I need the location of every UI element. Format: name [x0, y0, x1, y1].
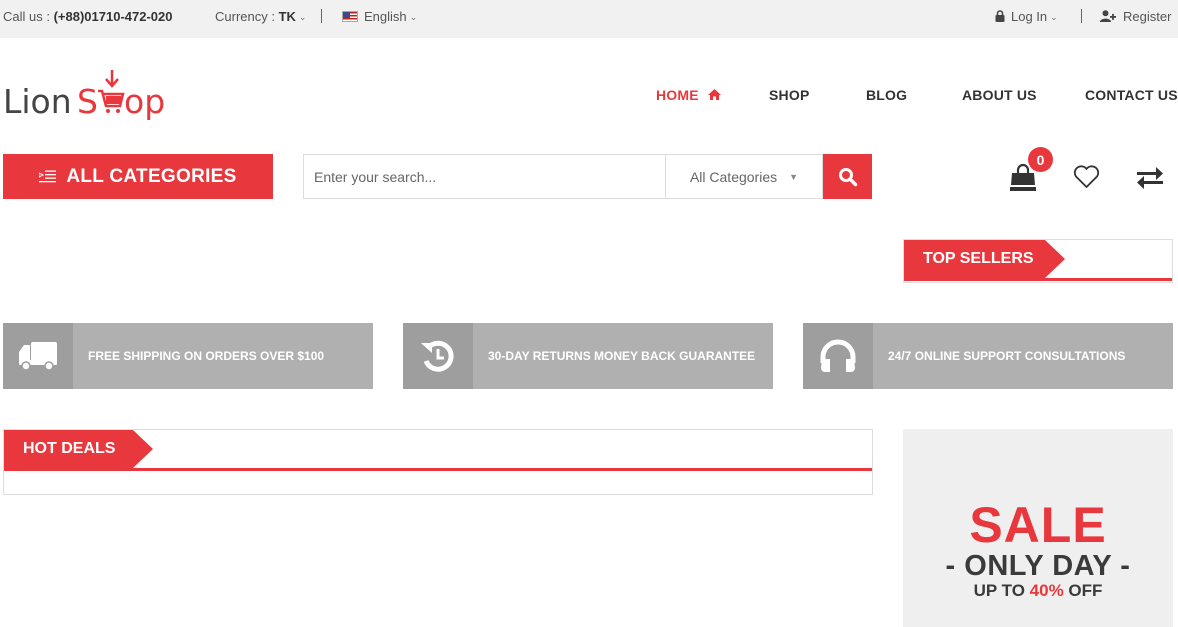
exchange-arrows-icon — [1137, 167, 1163, 189]
service-icon-box — [803, 323, 873, 389]
top-sellers-heading: TOP SELLERS — [904, 240, 1065, 278]
sale-subline: - ONLY DAY - — [945, 550, 1131, 582]
divider — [1081, 9, 1082, 23]
service-icon-box — [403, 323, 473, 389]
lionshop-logo: Lion S op — [3, 70, 165, 121]
service-support: 24/7 ONLINE SUPPORT CONSULTATIONS — [803, 323, 1173, 389]
category-select-value: All Categories — [689, 168, 778, 185]
language-selector[interactable]: English ⌄ — [342, 9, 417, 26]
nav-home[interactable]: HOME — [656, 87, 721, 103]
service-free-shipping: FREE SHIPPING ON ORDERS OVER $100 — [3, 323, 373, 389]
offer-percent: 40% — [1029, 581, 1064, 600]
logo-text-lion: Lion — [3, 82, 72, 121]
search-input[interactable]: Enter your search... — [303, 154, 666, 199]
nav-contact-us[interactable]: CONTACT US — [1085, 87, 1178, 103]
all-categories-button[interactable]: ALL CATEGORIES — [3, 154, 273, 199]
chevron-down-icon: ⌄ — [298, 12, 307, 22]
home-icon — [707, 89, 721, 100]
user-plus-icon — [1100, 10, 1116, 22]
currency-selector[interactable]: Currency : TK ⌄ — [215, 9, 306, 26]
headphones-icon — [820, 339, 856, 372]
logo-text-op: op — [124, 82, 165, 121]
lock-icon — [995, 10, 1005, 22]
hot-deals-heading: HOT DEALS — [4, 430, 153, 468]
wishlist-button[interactable] — [1073, 165, 1100, 194]
currency-value: TK — [278, 9, 296, 24]
search-icon — [838, 167, 857, 186]
sale-offer: UP TO 40% OFF — [903, 581, 1173, 601]
all-categories-label: ALL CATEGORIES — [66, 165, 237, 187]
divider — [321, 9, 322, 23]
compare-button[interactable] — [1136, 167, 1164, 194]
nav-blog[interactable]: BLOG — [866, 87, 907, 103]
login-label: Log In — [1011, 9, 1048, 24]
sale-headline: SALE — [969, 497, 1107, 553]
heart-icon — [1073, 165, 1100, 188]
service-text: 30-DAY RETURNS MONEY BACK GUARANTEE — [488, 349, 756, 363]
nav-shop[interactable]: SHOP — [769, 87, 809, 103]
currency-label: Currency : — [215, 9, 279, 24]
logo[interactable]: Lion S op — [3, 68, 168, 128]
call-us-label: Call us : — [3, 9, 54, 24]
us-flag-icon — [342, 11, 358, 22]
service-text: 24/7 ONLINE SUPPORT CONSULTATIONS — [888, 349, 1126, 363]
search-placeholder: Enter your search... — [314, 168, 437, 185]
service-icon-box — [3, 323, 73, 389]
chevron-down-icon: ▼ — [789, 171, 799, 182]
search-button[interactable] — [823, 154, 872, 199]
chevron-down-icon: ⌄ — [1050, 12, 1058, 22]
cart-count-badge: 0 — [1028, 147, 1053, 172]
nav-about-us[interactable]: ABOUT US — [962, 87, 1037, 103]
top-sellers-section: TOP SELLERS — [903, 239, 1173, 283]
menu-list-icon — [39, 170, 57, 183]
history-icon — [421, 340, 454, 372]
hot-deals-section: HOT DEALS — [3, 429, 873, 495]
divider — [4, 468, 872, 471]
login-link[interactable]: Log In ⌄ — [995, 9, 1058, 26]
logo-text-s: S — [77, 82, 98, 121]
nav-home-label: HOME — [656, 87, 699, 103]
divider — [904, 278, 1172, 281]
shopping-cart-icon — [98, 70, 125, 113]
hot-deals-title: HOT DEALS — [23, 440, 116, 457]
offer-suffix: OFF — [1063, 581, 1103, 600]
register-label: Register — [1123, 9, 1172, 24]
service-returns: 30-DAY RETURNS MONEY BACK GUARANTEE — [403, 323, 773, 389]
offer-prefix: UP TO — [973, 581, 1030, 600]
sale-banner[interactable]: SALE - ONLY DAY - UP TO 40% OFF — [903, 429, 1173, 627]
call-us: Call us : (+88)01710-472-020 — [3, 9, 172, 25]
truck-icon — [19, 342, 57, 371]
category-select[interactable]: All Categories ▼ — [665, 154, 823, 199]
service-text: FREE SHIPPING ON ORDERS OVER $100 — [88, 349, 325, 363]
top-bar: Call us : (+88)01710-472-020 Currency : … — [0, 0, 1178, 38]
phone-number[interactable]: (+88)01710-472-020 — [54, 9, 173, 24]
chevron-down-icon: ⌄ — [409, 12, 418, 22]
register-link[interactable]: Register — [1100, 9, 1171, 25]
top-sellers-title: TOP SELLERS — [923, 250, 1034, 267]
language-label: English — [364, 9, 407, 24]
